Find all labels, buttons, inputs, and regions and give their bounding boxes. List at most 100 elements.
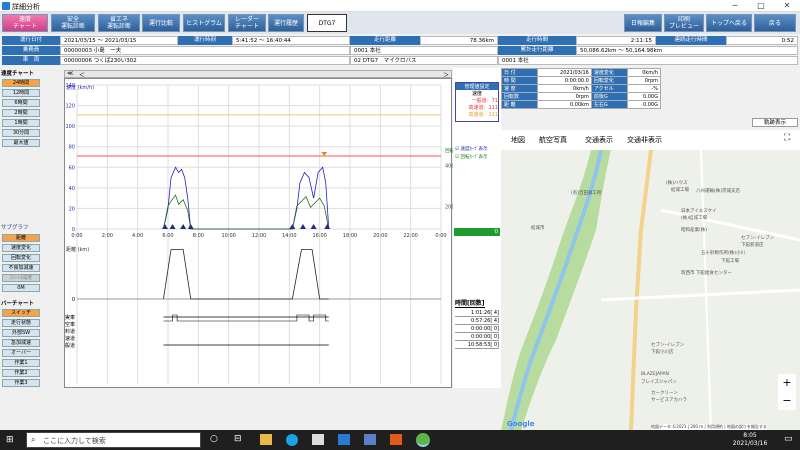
side-subgraph-button[interactable]: 回転変化 <box>2 254 40 262</box>
cortana-icon[interactable]: ○ <box>210 434 218 444</box>
side-bar-button[interactable]: 作業2 <box>2 369 40 377</box>
data-label: 回転数 <box>501 92 538 101</box>
maximize-button[interactable]: □ <box>748 0 774 12</box>
edge-icon[interactable] <box>286 434 298 446</box>
side-header-barchart: バーチャート <box>1 301 34 307</box>
stop-marker <box>299 224 306 229</box>
label-time: 運行時刻 <box>178 36 232 45</box>
toolbar-button-hist[interactable]: ヒストグラム <box>183 14 225 32</box>
map-tab-traffic[interactable]: 交通表示 <box>585 135 613 145</box>
track-display-button[interactable]: 軌跡表示 <box>752 118 798 127</box>
side-bar-button[interactable]: 外部SW <box>2 329 40 337</box>
speed-chart[interactable]: 140120100806040200速度 (km/h)0:00 2:00 4:00 6… <box>60 79 473 389</box>
fullscreen-icon[interactable]: ⛶ <box>784 133 790 143</box>
side-range-button[interactable]: 2時間 <box>2 109 40 117</box>
side-bar-button[interactable]: スイッチ <box>2 309 40 317</box>
toolbar-button-radar[interactable]: レーダー チャート <box>228 14 266 32</box>
map-label: カークリーン <box>651 391 678 396</box>
toolbar-button-compare[interactable]: 運行比較 <box>142 14 180 32</box>
data-value: -% <box>626 84 662 93</box>
data-table-row: 時 間 0:00:00.0 回転変化 0rpm <box>501 76 662 85</box>
label-drive-time: 走行時間 <box>498 36 576 45</box>
side-subgraph-button[interactable]: 速度変化 <box>2 244 40 252</box>
time-count-row: 10:58:53[ 0] <box>455 342 499 349</box>
side-subgraph-button[interactable]: 0M <box>2 284 40 292</box>
side-range-button[interactable]: 最大値 <box>2 139 40 147</box>
toolbar-button-speed[interactable]: 速度 チャート <box>2 14 48 32</box>
map-canvas[interactable] <box>501 150 800 430</box>
file-explorer-icon[interactable] <box>260 434 272 445</box>
rpm-curve-check[interactable]: ☑ 回転ｶｰﾌﾞ表示 <box>455 154 487 160</box>
search-icon: ⌕ <box>31 435 36 444</box>
x-tick-label: 18:00 <box>343 233 357 239</box>
speed-curve-check[interactable]: ☑ 速度ｶｰﾌﾞ表示 <box>455 146 487 152</box>
first-page-button[interactable]: ≪ <box>67 70 73 77</box>
toolbar-button-dtg7[interactable]: DTG7 <box>307 14 347 32</box>
toolbar-right-button-2[interactable]: トップへ戻る <box>706 14 752 32</box>
map-tab-map[interactable]: 地図 <box>511 135 525 145</box>
minimize-button[interactable]: ─ <box>722 0 748 12</box>
label-distance: 走行距離 <box>350 36 420 45</box>
app-taskbar-icon[interactable] <box>416 433 430 447</box>
side-range-button[interactable]: 30分間 <box>2 129 40 137</box>
notification-icon[interactable]: ▭ <box>784 434 793 444</box>
x-tick-label: 2:00 <box>102 233 113 239</box>
toolbar-right-button-0[interactable]: 日報編集 <box>624 14 662 32</box>
mail-icon[interactable] <box>338 434 350 445</box>
office-icon[interactable] <box>390 434 402 445</box>
map-label: (有)吉田鉄工所 <box>571 191 602 196</box>
map-label: 下館工場 <box>721 259 739 264</box>
side-range-button[interactable]: 24時間 <box>2 79 40 87</box>
side-subgraph-button[interactable]: 距離 <box>2 234 40 242</box>
x-tick-label: 4:00 <box>132 233 143 239</box>
legend-item-general: 一般道：71 <box>471 98 498 104</box>
value-distance: 78.36km <box>420 36 498 45</box>
side-subgraph-button[interactable]: 不良加減速 <box>2 264 40 272</box>
data-value: 0km/h <box>537 84 592 93</box>
toolbar-button-history[interactable]: 運行履歴 <box>268 14 304 32</box>
side-range-button[interactable]: 1時間 <box>2 119 40 127</box>
task-view-icon[interactable]: ⊟ <box>234 434 242 444</box>
chart-scrollbar[interactable]: ≪ ＜ ＞ <box>64 70 452 79</box>
data-table-row: 回転数 0rpm 前後G 0.00G <box>501 92 662 101</box>
stop-marker <box>161 224 168 229</box>
zoom-out-button[interactable]: − <box>778 392 796 410</box>
side-range-button[interactable]: 12時間 <box>2 89 40 97</box>
value-branch: 0001 本社 <box>498 56 798 65</box>
taskbar-search[interactable]: ⌕ ここに入力して検索 <box>26 432 201 448</box>
time-count-row: 1:01:26[ 4] <box>455 310 499 317</box>
store-icon[interactable] <box>312 434 324 445</box>
legend-title: 管理値設定 <box>456 83 498 90</box>
speed-chart-area[interactable]: 140 120 100 80 60 40 20 0 速度 (km/h) 0:00 2:00 4:00 6… <box>60 78 473 389</box>
time-count-row: 0:57:26[ 4] <box>455 318 499 325</box>
side-bar-button[interactable]: 走行状態 <box>2 319 40 327</box>
value-cont-time: 0:52 <box>726 36 798 45</box>
map-view[interactable]: 地図 航空写真 交通表示 交通非表示 ⛶ (株)ハウス 結城工場 日本アイエスケイ (… <box>501 130 800 430</box>
map-tab-traffic-off[interactable]: 交通非表示 <box>627 135 662 145</box>
close-button[interactable]: ✕ <box>774 0 800 12</box>
stop-marker <box>310 224 317 229</box>
bar-row-label: 有料道 <box>65 328 75 335</box>
toolbar-right-button-3[interactable]: 戻る <box>754 14 796 32</box>
threshold-legend: 管理値設定 速度 一般道：71 高速道：111 高速道：111 <box>455 82 499 122</box>
value-time: 5:41:52 ～ 16:40:44 <box>232 36 350 45</box>
side-bar-button[interactable]: 作業1 <box>2 359 40 367</box>
data-value: 0km/h <box>626 68 662 77</box>
side-bar-button[interactable]: 急加減速 <box>2 339 40 347</box>
teams-icon[interactable] <box>364 434 376 445</box>
side-bar-button[interactable]: オーバー <box>2 349 40 357</box>
zoom-in-button[interactable]: + <box>778 374 796 392</box>
side-bar-button[interactable]: 作業3 <box>2 379 40 387</box>
toolbar-right-button-1[interactable]: 印刷 プレビュー <box>664 14 704 32</box>
value-vehicle-type: 02 DTG7 マイクロバス <box>350 56 498 65</box>
x-tick-label: 22:00 <box>403 233 417 239</box>
windows-start-icon[interactable]: ⊞ <box>6 435 16 445</box>
toolbar-button-safety[interactable]: 安全 運転診断 <box>51 14 95 32</box>
side-subgraph-button[interactable]: ｽﾛｯﾄﾙ開度 <box>2 274 40 282</box>
map-tab-satellite[interactable]: 航空写真 <box>539 135 567 145</box>
side-range-button[interactable]: 6時間 <box>2 99 40 107</box>
stop-marker <box>289 224 296 229</box>
x-tick-label: 16:00 <box>312 233 326 239</box>
y-axis-label: 速度 (km/h) <box>66 84 94 91</box>
toolbar-button-eco[interactable]: 省エネ 運転診断 <box>98 14 140 32</box>
